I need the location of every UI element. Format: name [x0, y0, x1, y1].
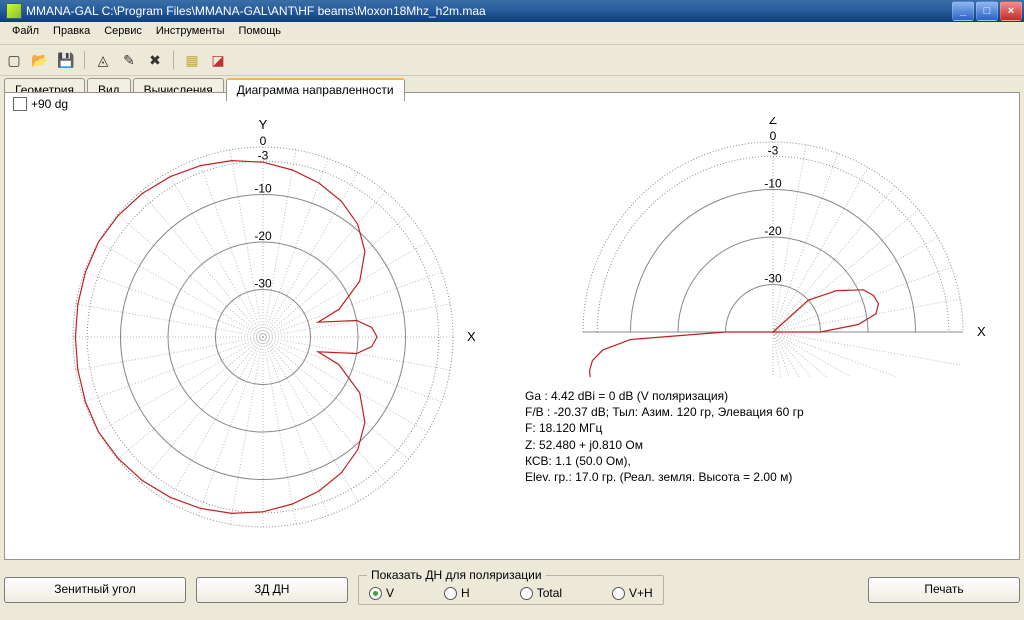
menu-bar: Файл Правка Сервис Инструменты Помощь	[0, 22, 1024, 45]
polarization-group: Показать ДН для поляризации V H Total V+…	[358, 575, 664, 605]
tab-diagram[interactable]: Диаграмма направленности	[226, 78, 405, 101]
close-button[interactable]: ×	[1000, 1, 1022, 21]
window-buttons: _ □ ×	[952, 1, 1022, 21]
menu-tools[interactable]: Инструменты	[150, 24, 231, 42]
radio-v[interactable]: V	[369, 586, 394, 600]
svg-text:-30: -30	[254, 277, 272, 291]
menu-help[interactable]: Помощь	[232, 24, 287, 42]
zenith-button[interactable]: Зенитный угол	[4, 577, 186, 603]
result-ga: Ga : 4.42 dBi = 0 dB (V поляризация)	[525, 388, 804, 404]
svg-text:0: 0	[260, 134, 267, 148]
result-swr: КСВ: 1.1 (50.0 Ом),	[525, 453, 804, 469]
result-fb: F/B : -20.37 dB; Тыл: Азим. 120 гр, Элев…	[525, 404, 804, 420]
radio-total[interactable]: Total	[520, 586, 562, 600]
maximize-button[interactable]: □	[976, 1, 998, 21]
svg-text:-3: -3	[258, 148, 269, 162]
toolbar: ▢ 📂 💾 ◬ ✎ ✖ ▦ ◪	[0, 45, 1024, 76]
result-elev: Elev. гр.: 17.0 гр. (Реал. земля. Высота…	[525, 469, 804, 485]
menu-file[interactable]: Файл	[6, 24, 45, 42]
diagram-panel: +90 dg 0-3-10-20-30YX 0-3-10-20-30ZX Ga …	[4, 92, 1020, 560]
svg-text:-10: -10	[254, 182, 272, 196]
radio-h[interactable]: H	[444, 586, 470, 600]
radio-v-label: V	[386, 586, 394, 600]
compass-icon[interactable]: ◬	[93, 50, 113, 70]
svg-text:Y: Y	[259, 117, 268, 132]
plus90-row: +90 dg	[13, 97, 68, 111]
svg-text:Z: Z	[769, 117, 777, 127]
result-z: Z: 52.480 + j0.810 Ом	[525, 437, 804, 453]
radio-vh-label: V+H	[629, 586, 653, 600]
minimize-button[interactable]: _	[952, 1, 974, 21]
toolbar-separator	[84, 51, 85, 69]
window-title: MMANA-GAL C:\Program Files\MMANA-GAL\ANT…	[26, 4, 952, 18]
print-button[interactable]: Печать	[868, 577, 1020, 603]
open-file-icon[interactable]: 📂	[30, 50, 50, 70]
radio-h-label: H	[461, 586, 470, 600]
calc-icon[interactable]: ▦	[182, 50, 202, 70]
tools-icon[interactable]: ✖	[145, 50, 165, 70]
svg-text:-3: -3	[768, 143, 779, 157]
app-icon	[6, 3, 22, 19]
radio-vh[interactable]: V+H	[612, 586, 653, 600]
menu-service[interactable]: Сервис	[98, 24, 148, 42]
view3d-button[interactable]: 3Д ДН	[196, 577, 348, 603]
svg-text:-10: -10	[764, 177, 782, 191]
pencil-icon[interactable]: ✎	[119, 50, 139, 70]
radio-total-label: Total	[537, 586, 562, 600]
save-file-icon[interactable]: 💾	[56, 50, 76, 70]
svg-text:-20: -20	[764, 224, 782, 238]
polarization-title: Показать ДН для поляризации	[367, 568, 546, 582]
svg-text:X: X	[977, 324, 986, 339]
title-bar: MMANA-GAL C:\Program Files\MMANA-GAL\ANT…	[0, 0, 1024, 22]
results-block: Ga : 4.42 dBi = 0 dB (V поляризация) F/B…	[525, 388, 804, 485]
menu-edit[interactable]: Правка	[47, 24, 96, 42]
chart-area: 0-3-10-20-30YX 0-3-10-20-30ZX	[13, 117, 1011, 551]
elevation-chart: 0-3 -10 -20 -30 Z X	[513, 117, 1003, 377]
svg-text:-30: -30	[764, 272, 782, 286]
toolbar-separator	[173, 51, 174, 69]
svg-text:-20: -20	[254, 229, 272, 243]
chart-icon[interactable]: ◪	[208, 50, 228, 70]
app-window: MMANA-GAL C:\Program Files\MMANA-GAL\ANT…	[0, 0, 1024, 620]
plus90-label: +90 dg	[31, 97, 68, 111]
bottom-bar: Зенитный угол 3Д ДН Показать ДН для поля…	[4, 564, 1020, 616]
result-f: F: 18.120 МГц	[525, 420, 804, 436]
svg-text:X: X	[467, 329, 476, 344]
svg-text:0: 0	[770, 129, 777, 143]
plus90-checkbox[interactable]	[13, 97, 27, 111]
new-file-icon[interactable]: ▢	[4, 50, 24, 70]
azimuth-chart: 0-3 -10 -20 -30 Y X	[13, 117, 513, 547]
